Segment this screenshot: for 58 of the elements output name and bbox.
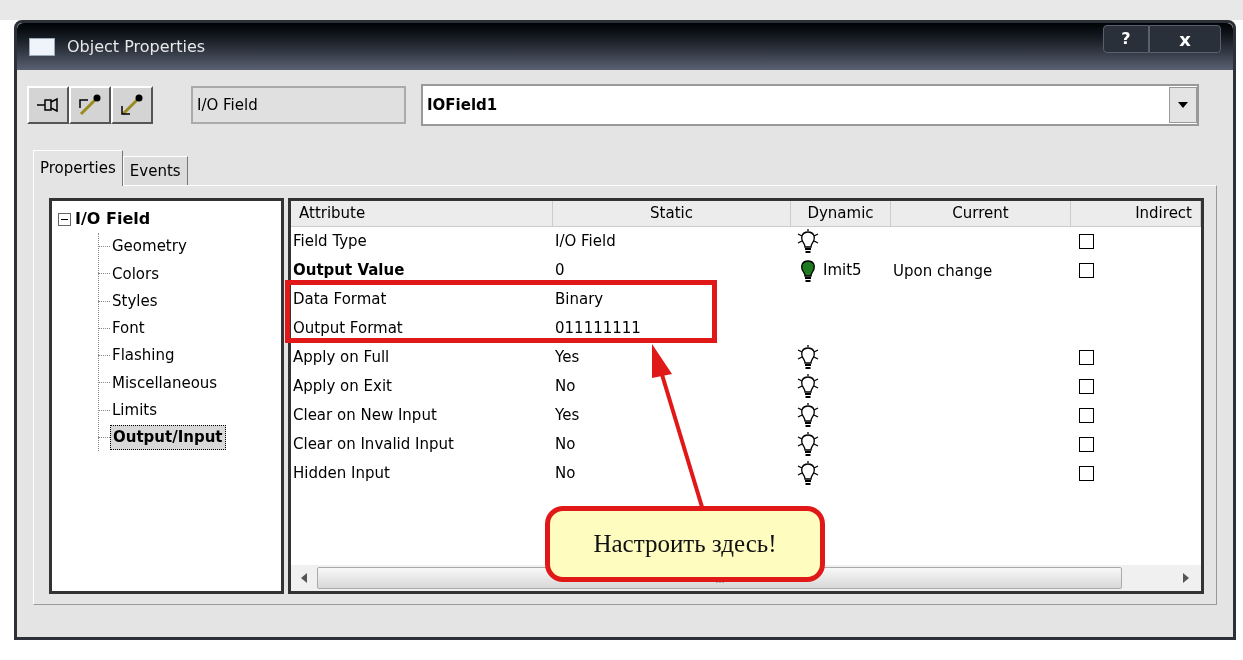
column-header[interactable]: Static	[553, 201, 791, 226]
table-cell-text: Imit5	[823, 260, 862, 282]
tree-item[interactable]: Miscellaneous	[110, 371, 220, 395]
checkbox[interactable]	[1079, 234, 1094, 249]
toolbar-button[interactable]	[111, 86, 153, 124]
tree-item[interactable]: Font	[110, 317, 147, 340]
pipette-icon	[77, 94, 103, 116]
table-cell-text: 0	[554, 260, 566, 282]
table-cell-text: Yes	[554, 347, 581, 369]
pipette-icon	[119, 94, 145, 116]
table-cell-text: Yes	[554, 405, 581, 427]
tree-item[interactable]: Styles	[110, 289, 160, 313]
tree-item[interactable]: Flashing	[110, 344, 177, 367]
column-header[interactable]: Indirect	[1071, 201, 1201, 226]
table-cell-text: Hidden Input	[292, 463, 391, 485]
scroll-right-icon[interactable]	[1183, 573, 1189, 583]
table-cell-text: Output Format	[292, 318, 404, 340]
table-cell-text: Field Type	[292, 231, 368, 253]
window-icon	[29, 37, 55, 56]
tab[interactable]: Properties	[33, 150, 123, 186]
column-header[interactable]: Current	[891, 201, 1071, 226]
column-header[interactable]: Dynamic	[791, 201, 891, 226]
table-cell-text: I/O Field	[554, 231, 617, 253]
close-button[interactable]: x	[1149, 25, 1221, 53]
tree-item[interactable]: Colors	[110, 262, 161, 286]
checkbox[interactable]	[1079, 263, 1094, 278]
tab[interactable]: Events	[122, 156, 188, 186]
tree-item[interactable]: I/O Field	[75, 207, 151, 231]
checkbox[interactable]	[1079, 437, 1094, 452]
tree-item[interactable]: Limits	[110, 398, 159, 422]
callout-text: Настроить здесь!	[593, 529, 777, 560]
table-cell-text: Data Format	[292, 289, 388, 311]
table-cell-text: No	[554, 434, 577, 456]
help-button[interactable]: ?	[1103, 25, 1149, 53]
table-cell-text: Apply on Exit	[292, 376, 393, 398]
toolbar-button[interactable]	[27, 86, 69, 124]
table-cell-text: Apply on Full	[292, 347, 391, 369]
table-cell-text: Output Value	[292, 260, 406, 282]
collapse-icon[interactable]	[58, 212, 71, 226]
object-name-dropdown[interactable]: IOField1	[421, 84, 1199, 126]
table-cell-text: 011111111	[554, 318, 642, 340]
object-type-field: I/O Field	[191, 86, 406, 124]
table-cell-text: No	[554, 463, 577, 485]
checkbox[interactable]	[1079, 408, 1094, 423]
checkbox[interactable]	[1079, 350, 1094, 365]
tree-item[interactable]: Output/Input	[110, 425, 226, 450]
table-cell-text: Clear on Invalid Input	[292, 434, 455, 456]
checkbox[interactable]	[1079, 466, 1094, 481]
scroll-left-icon[interactable]	[301, 573, 307, 583]
toolbar-button[interactable]	[69, 86, 111, 124]
window-title: Object Properties	[67, 35, 206, 58]
table-cell: Upon change	[893, 261, 993, 280]
table-cell-text: No	[554, 376, 577, 398]
column-header[interactable]: Attribute	[291, 201, 553, 226]
checkbox[interactable]	[1079, 379, 1094, 394]
tree-item[interactable]: Geometry	[110, 235, 189, 258]
table-cell-text: Clear on New Input	[292, 405, 438, 427]
table-cell-text: Binary	[554, 289, 605, 311]
